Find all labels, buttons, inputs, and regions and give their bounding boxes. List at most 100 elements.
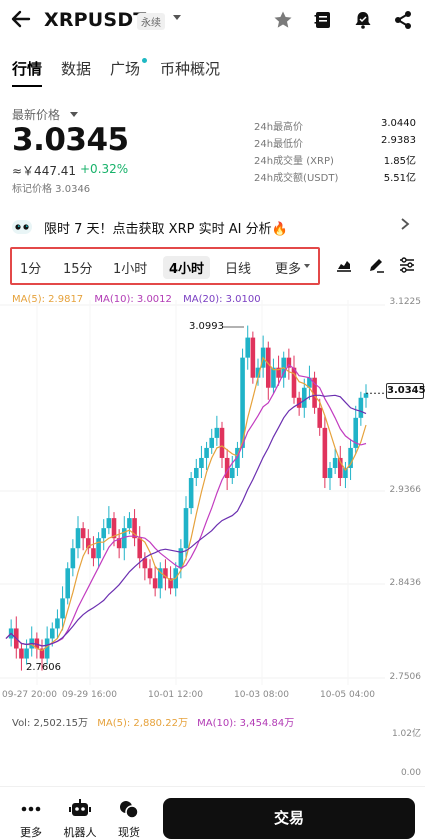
more-dots-icon [20, 799, 42, 819]
x-tick-label: 10-01 12:00 [148, 690, 203, 700]
candle-body [214, 427, 220, 438]
y-tick-label: 2.8436 [389, 578, 422, 588]
price-change: +0.32% [80, 162, 129, 176]
timeframe-1h[interactable]: 1小时 [113, 258, 147, 277]
spot-coins-icon [118, 799, 140, 819]
candle-body [49, 628, 55, 639]
notebook-icon[interactable] [313, 10, 335, 32]
candle-body [363, 393, 369, 398]
timeframe-1d[interactable]: 日线 [225, 258, 251, 277]
candle-body [127, 518, 132, 529]
y-tick-label: 3.1225 [389, 297, 422, 307]
x-tick-label: 09-29 16:00 [62, 690, 117, 700]
candle-body [106, 518, 112, 529]
more-button[interactable]: 更多 [11, 787, 51, 839]
candle-body [55, 618, 60, 629]
timeframe-more[interactable]: 更多 [275, 258, 301, 277]
x-tick-label: 09-27 20:00 [2, 690, 57, 700]
stat-label: 24h最低价 [254, 139, 304, 150]
timeframe-1m[interactable]: 1分 [20, 258, 41, 277]
candle-body [91, 548, 96, 559]
tab-coin-overview[interactable]: 币种概况 [160, 58, 220, 79]
chart-type-icon[interactable] [336, 256, 354, 274]
volume-y-tick: 1.02亿 [391, 729, 421, 739]
trade-button[interactable]: 交易 [163, 798, 415, 839]
more-label: 更多 [20, 826, 42, 839]
volume-ma5: MA(5): 2,880.22万 [97, 718, 188, 729]
cny-price: ≈￥447.41 [12, 164, 77, 178]
notification-dot [142, 58, 147, 63]
latest-price-label[interactable]: 最新价格 [12, 106, 60, 123]
stat-row: 24h最低价 2.9383 [254, 135, 416, 152]
candle-body [24, 648, 29, 659]
candle-body [271, 367, 276, 388]
symbol-dropdown-icon[interactable] [173, 15, 181, 20]
candle-body [332, 457, 338, 468]
indicator-settings-icon[interactable] [398, 256, 416, 274]
spot-button[interactable]: 现货 [109, 787, 149, 839]
tab-market[interactable]: 行情 [12, 58, 42, 79]
timeframe-15m[interactable]: 15分 [63, 258, 93, 277]
share-icon[interactable] [393, 10, 415, 32]
candle-body [250, 337, 256, 378]
candle-body [322, 427, 328, 479]
ai-eyes-icon [12, 219, 32, 234]
x-tick-label: 10-03 08:00 [234, 690, 289, 700]
candlestick-chart[interactable] [0, 300, 425, 720]
bell-icon[interactable] [353, 10, 375, 32]
candle-body [348, 447, 353, 468]
stat-label: 24h最高价 [254, 122, 304, 133]
candle-body [245, 337, 251, 358]
candle-body [96, 538, 101, 559]
candle-body [193, 467, 199, 479]
more-dropdown-icon[interactable] [304, 264, 310, 268]
candle-body [301, 387, 307, 408]
tab-square[interactable]: 广场 [110, 58, 140, 79]
candle-body [101, 528, 107, 539]
candle-body [75, 528, 81, 549]
stat-row: 24h最高价 3.0440 [254, 118, 416, 135]
candle-body [327, 467, 333, 479]
volume-ma10: MA(10): 3,454.84万 [197, 718, 295, 729]
price-type-dropdown-icon[interactable] [70, 112, 78, 117]
mark-price: 标记价格 3.0346 [12, 184, 91, 195]
high-price-label: 3.0993 [189, 321, 224, 332]
candle-body [209, 437, 215, 448]
active-tab-indicator [12, 85, 42, 87]
candle-body [60, 598, 65, 619]
spot-label: 现货 [118, 826, 140, 839]
candle-body [229, 467, 235, 479]
back-arrow-icon[interactable] [10, 8, 36, 34]
stat-label: 24h成交额(USDT) [254, 173, 339, 184]
volume-legend: Vol: 2,502.15万 MA(5): 2,880.22万 MA(10): … [12, 714, 294, 729]
candle-body [44, 638, 50, 659]
stat-value: 5.51亿 [383, 173, 416, 184]
stat-row: 24h成交量 (XRP) 1.85亿 [254, 152, 416, 169]
x-tick-label: 10-05 04:00 [320, 690, 375, 700]
y-tick-label: 2.7506 [389, 672, 422, 682]
timeframe-4h[interactable]: 4小时 [163, 256, 211, 279]
candle-body [188, 478, 194, 509]
chevron-right-icon[interactable] [400, 217, 410, 235]
y-tick-label: 2.9366 [389, 485, 422, 495]
volume-y-tick: 0.00 [400, 768, 421, 778]
candle-body [65, 568, 71, 599]
candle-body [147, 568, 153, 579]
candle-body [19, 648, 24, 659]
robot-button[interactable]: 机器人 [60, 787, 100, 839]
candle-body [152, 578, 158, 589]
current-price-tag: 3.0345 [386, 383, 425, 399]
main-tabs: 行情 数据 广场 币种概况 [0, 52, 425, 87]
candle-body [358, 397, 364, 418]
ai-analysis-banner[interactable]: 限时 7 天！点击获取 XRP 实时 AI 分析🔥 [0, 212, 425, 240]
stat-value: 3.0440 [381, 118, 416, 129]
candle-body [137, 538, 143, 559]
draw-pen-icon[interactable] [367, 256, 385, 274]
stat-row: 24h成交额(USDT) 5.51亿 [254, 169, 416, 186]
candle-body [219, 427, 225, 458]
tab-data[interactable]: 数据 [61, 58, 91, 79]
star-icon[interactable] [273, 10, 295, 32]
symbol-title[interactable]: XRPUSDT [44, 9, 146, 31]
stat-label: 24h成交量 (XRP) [254, 156, 334, 167]
24h-stats: 24h最高价 3.0440 24h最低价 2.9383 24h成交量 (XRP) 1.… [254, 118, 416, 186]
